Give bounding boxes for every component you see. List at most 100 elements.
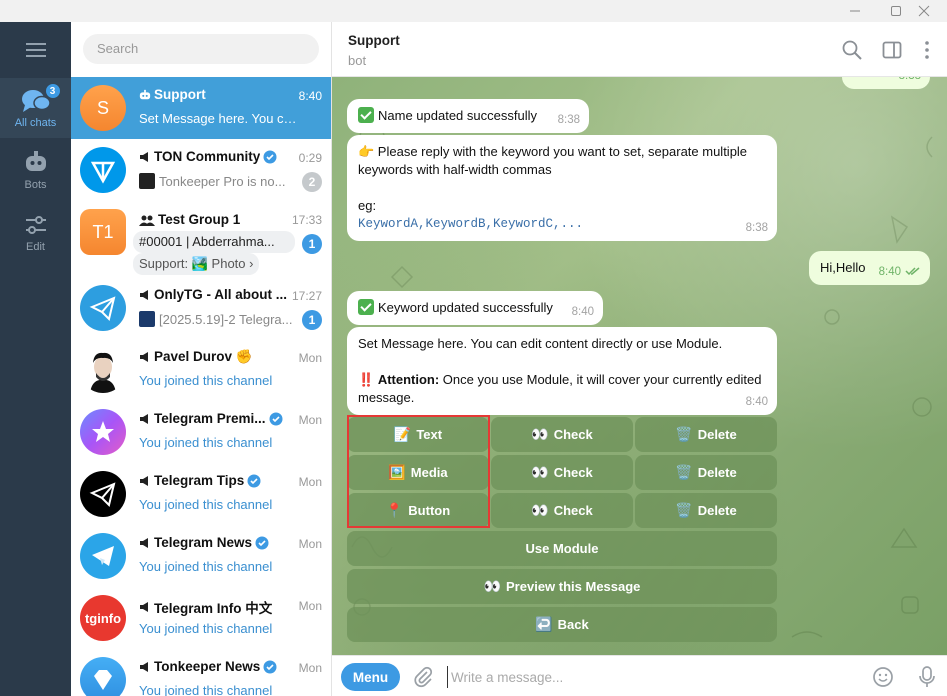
unread-count: 2: [302, 172, 322, 192]
kb-back-button[interactable]: ↩️ Back: [347, 607, 777, 642]
kb-check-button[interactable]: 👀 Check: [491, 417, 633, 452]
message-text: Name updated successfully: [378, 108, 537, 123]
chat-item-telegram-info[interactable]: tginfo Telegram Info 中文 Mon You joined t…: [71, 587, 331, 649]
avatar: [80, 533, 126, 579]
speaker-icon: [140, 352, 148, 362]
memo-icon: 📝: [393, 426, 412, 442]
eyes-icon: 👀: [483, 578, 502, 594]
chat-title[interactable]: Support: [348, 33, 400, 48]
pin-icon: 📍: [385, 502, 404, 518]
chat-header: Support bot: [332, 22, 947, 77]
message-time: 8:38: [557, 114, 580, 126]
minimize-icon[interactable]: [832, 0, 878, 22]
group-icon: [139, 215, 155, 226]
chat-view: Support bot 8:38 Name updated successful…: [332, 22, 947, 696]
chat-item-ton-community[interactable]: TON Community 0:29 Tonkeeper Pro is no..…: [71, 139, 331, 201]
message-bubble-outgoing: 8:38: [842, 77, 930, 89]
chat-name: Pavel Durov ✊: [139, 349, 289, 365]
chat-time: 17:33: [291, 213, 322, 227]
message-text: 👉 Please reply with the keyword you want…: [358, 144, 748, 177]
folder-edit[interactable]: Edit: [0, 202, 71, 262]
message-bubble: Name updated successfully 8:38: [347, 99, 589, 133]
check-mark-icon: [358, 107, 374, 123]
avatar: [80, 657, 126, 696]
bot-icon: [139, 89, 151, 99]
folder-bots[interactable]: Bots: [0, 140, 71, 200]
chat-item-telegram-tips[interactable]: Telegram Tips Mon You joined this channe…: [71, 463, 331, 525]
bot-menu-button[interactable]: Menu: [341, 663, 400, 691]
more-vertical-icon[interactable]: [916, 39, 938, 61]
message-time: 8:40: [879, 263, 921, 281]
chat-item-pavel-durov[interactable]: Pavel Durov ✊ Mon You joined this channe…: [71, 339, 331, 401]
kb-text-button[interactable]: 📝 Text: [347, 417, 489, 452]
chat-item-onlytg[interactable]: OnlyTG - All about ... 17:27 [2025.5.19]…: [71, 277, 331, 339]
message-time: 8:40: [571, 306, 594, 318]
paperclip-icon[interactable]: [412, 666, 434, 688]
verified-icon: [269, 412, 283, 425]
kb-check-button[interactable]: 👀 Check: [491, 493, 633, 528]
chat-subtitle: bot: [348, 53, 367, 68]
trash-icon: 🗑️: [675, 426, 693, 442]
chat-item-telegram-premium[interactable]: Telegram Premi... Mon You joined this ch…: [71, 401, 331, 463]
eyes-icon: 👀: [531, 464, 549, 480]
double-exclamation-icon: ‼️: [358, 372, 375, 387]
microphone-icon[interactable]: [916, 665, 938, 689]
chat-item-telegram-news[interactable]: Telegram News Mon You joined this channe…: [71, 525, 331, 587]
robot-icon: [23, 149, 49, 177]
check-mark-icon: [358, 299, 374, 315]
speaker-icon: [140, 151, 148, 162]
message-bubble: Keyword updated successfully 8:40: [347, 291, 603, 325]
message-text: ‼️ Attention: Once you use Module, it wi…: [358, 372, 762, 405]
speaker-icon: [140, 537, 148, 548]
kb-delete-button[interactable]: 🗑️ Delete: [635, 417, 777, 452]
chat-list-panel: S Support 8:40 Set Message here. You can…: [71, 22, 332, 696]
chat-name: TON Community: [139, 149, 289, 164]
chat-name: Telegram Info 中文: [139, 597, 289, 617]
close-icon[interactable]: [901, 0, 947, 22]
folder-all-chats[interactable]: 3 All chats: [0, 78, 71, 138]
chat-name: Test Group 1: [139, 212, 289, 227]
unread-count: 1: [302, 234, 322, 254]
message-input[interactable]: [447, 666, 847, 688]
kb-preview-button[interactable]: 👀 Preview this Message: [347, 569, 777, 604]
sliders-icon: [24, 211, 48, 239]
thumbnail: [139, 173, 155, 189]
picture-icon: 🖼️: [388, 464, 406, 480]
chat-time: Mon: [298, 351, 322, 365]
chat-time: 17:27: [291, 289, 322, 303]
window-titlebar: [0, 0, 947, 22]
chat-preview: You joined this channel: [139, 683, 273, 696]
kb-check-button[interactable]: 👀 Check: [491, 455, 633, 490]
chat-preview: [2025.5.19]-2 Telegra...: [139, 311, 299, 327]
hamburger-menu-icon[interactable]: [0, 22, 71, 78]
message-time: 8:38: [899, 77, 921, 85]
avatar: S: [80, 85, 126, 131]
chat-time: 0:29: [298, 151, 322, 165]
kb-button-button[interactable]: 📍 Button: [347, 493, 489, 528]
verified-icon: [255, 536, 269, 549]
message-text: Keyword updated successfully: [378, 300, 553, 315]
back-arrow-icon: ↩️: [535, 616, 553, 632]
emoji-icon[interactable]: [872, 666, 894, 688]
avatar: [80, 471, 126, 517]
speaker-icon: [140, 602, 148, 612]
trash-icon: 🗑️: [675, 502, 693, 518]
chat-time: Mon: [298, 599, 322, 613]
kb-delete-button[interactable]: 🗑️ Delete: [635, 455, 777, 490]
verified-icon: [263, 660, 277, 673]
sidebar-toggle-icon[interactable]: [881, 39, 903, 61]
folder-rail: 3 All chats Bots Edit: [0, 22, 71, 696]
kb-media-button[interactable]: 🖼️ Media: [347, 455, 489, 490]
avatar: [80, 347, 126, 393]
kb-delete-button[interactable]: 🗑️ Delete: [635, 493, 777, 528]
chat-item-tonkeeper-news[interactable]: Tonkeeper News Mon You joined this chann…: [71, 649, 331, 696]
chat-item-test-group-1[interactable]: T1 Test Group 1 17:33 #00001 | Abderrahm…: [71, 201, 331, 277]
chat-name: OnlyTG - All about ...: [139, 287, 289, 302]
chat-preview-reply: Support: 🏞️ Photo ›: [133, 253, 260, 275]
search-icon[interactable]: [841, 39, 863, 61]
double-check-icon: [905, 267, 920, 276]
search-input[interactable]: [83, 34, 319, 64]
chat-name: Telegram Tips: [139, 473, 289, 488]
kb-use-module-button[interactable]: Use Module: [347, 531, 777, 566]
chat-item-support[interactable]: S Support 8:40 Set Message here. You can…: [71, 77, 331, 139]
